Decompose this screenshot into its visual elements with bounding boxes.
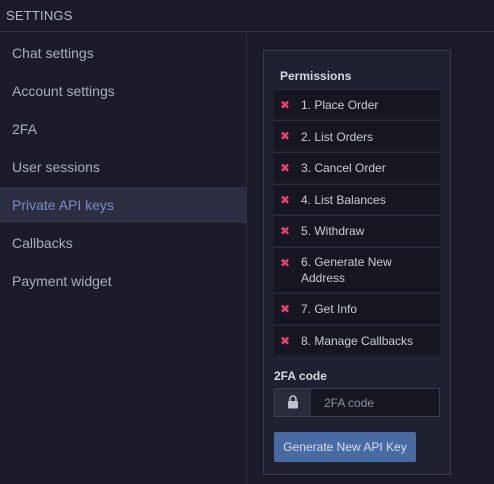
cross-icon: ✖ — [280, 256, 291, 270]
cross-icon: ✖ — [280, 302, 291, 316]
permission-label: 4. List Balances — [301, 193, 386, 207]
settings-sidebar: Chat settings Account settings 2FA User … — [0, 33, 247, 484]
permission-row[interactable]: ✖ 5. Withdraw — [274, 215, 440, 246]
cross-icon: ✖ — [280, 129, 291, 143]
generate-api-key-button[interactable]: Generate New API Key — [274, 432, 416, 462]
permission-row[interactable]: ✖ 3. Cancel Order — [274, 152, 440, 183]
sidebar-item-user-sessions[interactable]: User sessions — [0, 149, 247, 185]
top-bar: SETTINGS — [0, 0, 494, 32]
permission-row[interactable]: ✖ 1. Place Order — [274, 89, 440, 119]
permission-label: 1. Place Order — [301, 98, 379, 112]
twofa-code-label: 2FA code — [274, 369, 327, 383]
permission-row[interactable]: ✖ 7. Get Info — [274, 293, 440, 324]
permission-row[interactable]: ✖ 4. List Balances — [274, 184, 440, 214]
cross-icon: ✖ — [280, 334, 291, 348]
permission-row[interactable]: ✖ 6. Generate New Address — [274, 247, 440, 292]
cross-icon: ✖ — [280, 161, 291, 175]
cross-icon: ✖ — [280, 193, 291, 207]
lock-icon — [275, 389, 311, 416]
permission-row[interactable]: ✖ 2. List Orders — [274, 120, 440, 151]
sidebar-item-payment-widget[interactable]: Payment widget — [0, 263, 247, 299]
permission-label: 7. Get Info — [301, 302, 358, 316]
sidebar-item-2fa[interactable]: 2FA — [0, 111, 247, 147]
cross-icon: ✖ — [280, 98, 291, 112]
sidebar-item-account-settings[interactable]: Account settings — [0, 73, 247, 109]
api-key-panel: Permissions ✖ 1. Place Order ✖ 2. List O… — [263, 50, 451, 475]
permission-label: 6. Generate New Address — [301, 255, 392, 285]
sidebar-item-private-api-keys[interactable]: Private API keys — [0, 187, 247, 223]
page-title: SETTINGS — [6, 8, 73, 23]
sidebar-item-chat-settings[interactable]: Chat settings — [0, 35, 247, 71]
twofa-code-input[interactable] — [311, 389, 439, 416]
cross-icon: ✖ — [280, 224, 291, 238]
permission-label: 5. Withdraw — [301, 224, 365, 238]
sidebar-item-callbacks[interactable]: Callbacks — [0, 225, 247, 261]
permission-row[interactable]: ✖ 8. Manage Callbacks — [274, 325, 440, 355]
permission-label: 8. Manage Callbacks — [301, 334, 414, 348]
permissions-heading: Permissions — [280, 69, 352, 83]
twofa-field — [274, 388, 440, 417]
permission-label: 2. List Orders — [301, 130, 374, 144]
permission-label: 3. Cancel Order — [301, 161, 386, 175]
